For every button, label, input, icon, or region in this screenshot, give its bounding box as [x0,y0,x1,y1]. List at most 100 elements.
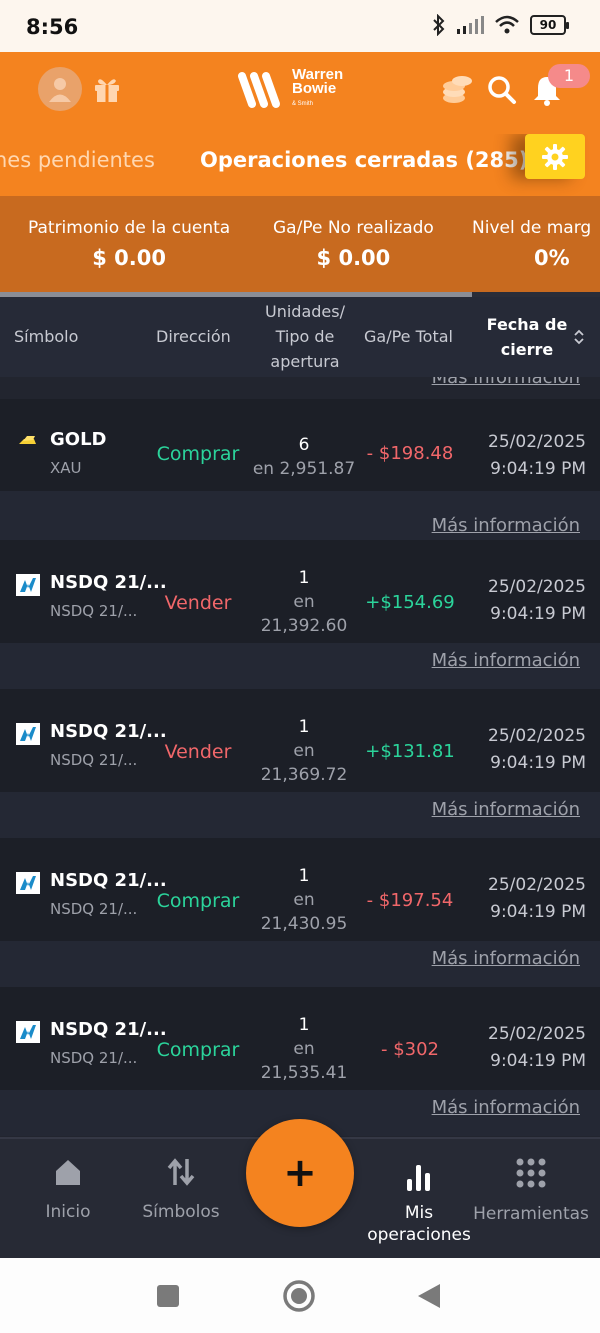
gift-icon[interactable] [92,74,122,108]
summary-value: $ 0.00 [316,246,391,270]
table-header: Símbolo Dirección Unidades/ Tipo de aper… [0,297,600,377]
nasdaq-icon [16,574,40,596]
open-label: en [293,890,315,910]
close-date-day: 25/02/2025 [488,875,586,895]
column-date-line: Fecha de [486,315,568,334]
close-date-time: 9:04:19 PM [490,604,586,624]
open-label: en [293,592,315,612]
total-pnl: +$154.69 [365,592,455,613]
nav-symbols-label: Símbolos [142,1202,220,1222]
column-symbol[interactable]: Símbolo [14,324,78,349]
close-date-time: 9:04:19 PM [490,753,586,773]
close-date: 25/02/2025 9:04:19 PM [488,723,586,777]
brand-logo: Warren Bowie & Smith [238,67,343,111]
gold-bar-icon [16,431,38,451]
more-info-link[interactable]: Más información [432,799,580,820]
nav-my-operations-label: Mis operaciones [354,1202,484,1246]
column-close-date[interactable]: Fecha de cierre [482,312,572,362]
summary-label: Nivel de marg [472,218,592,238]
summary-value: $ 0.00 [92,246,166,270]
close-date: 25/02/2025 9:04:19 PM [488,1021,586,1075]
bluetooth-icon [432,14,446,36]
column-units[interactable]: Unidades/ Tipo de apertura [250,299,360,374]
close-date-day: 25/02/2025 [488,577,586,597]
summary-label: Ga/Pe No realizado [273,218,434,238]
direction-label: Vender [164,741,232,763]
nav-home-label: Inicio [45,1202,91,1222]
units-value: 1 [298,1015,310,1035]
symbol-code: NSDQ 21/... [50,1049,138,1067]
units-open: 1 en 21,392.60 [248,566,360,638]
more-info-link[interactable]: Más información [432,377,580,388]
total-pnl: - $198.48 [366,443,454,464]
summary-equity: Patrimonio de la cuenta $ 0.00 [28,218,230,270]
tab-pending-operations[interactable]: nes pendientes [0,148,155,172]
more-info-link[interactable]: Más información [432,515,580,536]
gear-icon [542,143,568,170]
units-value: 6 [298,435,310,455]
column-direction[interactable]: Dirección [156,324,231,349]
direction-label: Comprar [156,1039,240,1061]
avatar[interactable] [38,67,82,111]
logo-mark-icon [238,71,280,108]
open-price: 21,369.72 [260,765,348,785]
status-bar: 8:56 90 [0,0,600,52]
home-circle-icon[interactable] [282,1279,316,1317]
close-date: 25/02/2025 9:04:19 PM [488,872,586,926]
close-date-time: 9:04:19 PM [490,1051,586,1071]
back-icon[interactable] [416,1282,442,1314]
plus-icon: + [283,1150,317,1196]
close-date-time: 9:04:19 PM [490,459,586,479]
column-units-line: Unidades/ [265,302,345,321]
symbol-code: NSDQ 21/... [50,602,138,620]
settings-button[interactable] [525,134,585,179]
operation-row[interactable]: NSDQ 21/... NSDQ 21/... Vender 1 en 21,3… [0,540,600,689]
symbol-name: GOLD [50,429,107,450]
open-label: en [293,1039,315,1059]
operation-row[interactable]: NSDQ 21/... NSDQ 21/... Vender 1 en 21,3… [0,689,600,838]
row-main: GOLD XAU Comprar 6 en 2,951.87 - $198.48… [0,399,600,491]
open-price: 21,535.41 [260,1063,348,1083]
summary-label: Patrimonio de la cuenta [28,218,231,238]
units-value: 1 [298,866,310,886]
logo-line3: & Smith [292,101,314,107]
nav-my-operations[interactable]: Mis operaciones [354,1163,484,1246]
nav-tools[interactable]: Herramientas [466,1157,596,1224]
symbol-name: NSDQ 21/... [50,1019,167,1040]
operation-row[interactable]: NSDQ 21/... NSDQ 21/... Comprar 1 en 21,… [0,838,600,987]
operation-row[interactable]: NSDQ 21/... NSDQ 21/... Comprar 1 en 21,… [0,987,600,1136]
swap-arrows-icon [167,1158,195,1186]
wifi-icon [494,15,520,35]
close-date-day: 25/02/2025 [488,726,586,746]
units-value: 1 [298,717,310,737]
account-summary: Patrimonio de la cuenta $ 0.00 Ga/Pe No … [0,196,600,294]
recents-icon[interactable] [156,1284,180,1312]
nav-symbols[interactable]: Símbolos [116,1157,246,1222]
sort-icon[interactable] [573,328,585,350]
column-total-pnl[interactable]: Ga/Pe Total [364,324,453,349]
operation-row[interactable]: GOLD XAU Comprar 6 en 2,951.87 - $198.48… [0,399,600,548]
close-date-day: 25/02/2025 [488,1024,586,1044]
close-date: 25/02/2025 9:04:19 PM [488,574,586,628]
more-info-link[interactable]: Más información [432,948,580,969]
app-header: Warren Bowie & Smith 1 [0,52,600,134]
nav-home[interactable]: Inicio [3,1157,133,1222]
nasdaq-icon [16,723,40,745]
symbol-code: NSDQ 21/... [50,751,138,769]
status-time: 8:56 [26,15,79,39]
direction-label: Comprar [156,443,240,465]
coins-icon[interactable] [440,72,474,110]
direction-label: Vender [164,592,232,614]
search-icon[interactable] [486,74,518,110]
row-main: NSDQ 21/... NSDQ 21/... Comprar 1 en 21,… [0,987,600,1090]
more-info-link[interactable]: Más información [432,1097,580,1118]
signal-icon [456,15,484,35]
units-open: 6 en 2,951.87 [248,433,360,481]
grid-dots-icon [516,1158,546,1188]
tab-closed-operations[interactable]: Operaciones cerradas (285) [200,148,528,172]
logo-wordmark: Warren Bowie & Smith [292,67,343,111]
system-navigation-bar [0,1258,600,1333]
more-info-link[interactable]: Más información [432,650,580,671]
units-open: 1 en 21,430.95 [248,864,360,936]
new-operation-button[interactable]: + [246,1119,354,1227]
